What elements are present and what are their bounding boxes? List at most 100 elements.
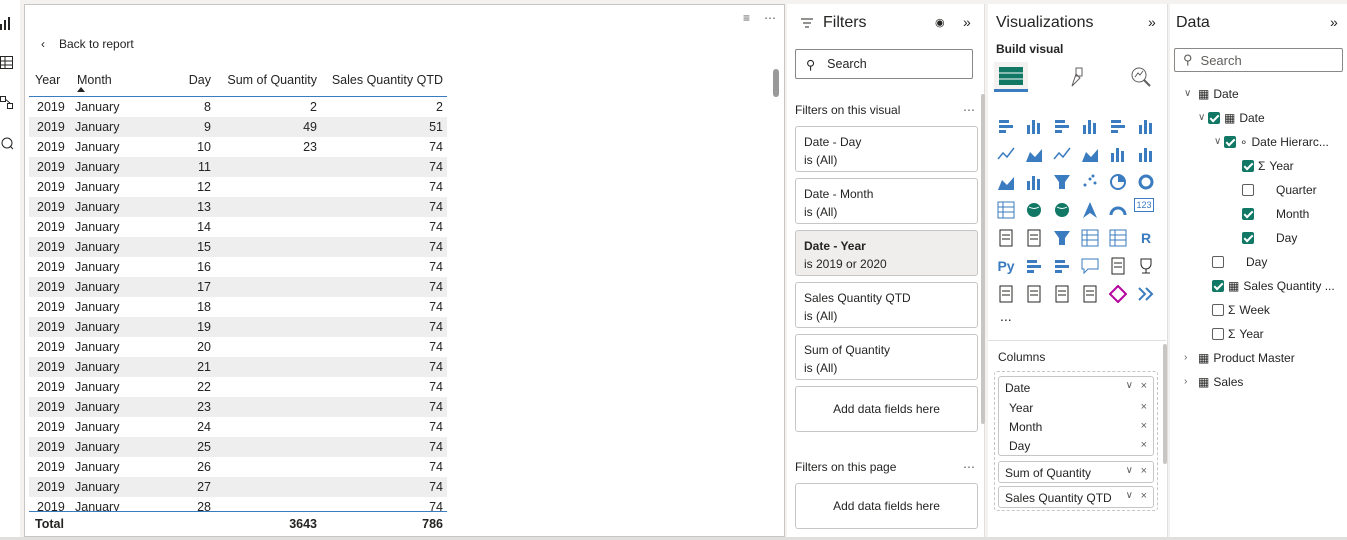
table-row[interactable]: 2019 January 20 74 (29, 337, 447, 357)
tree-table-product-master[interactable]: › ▦ Product Master (1184, 348, 1295, 368)
ribbon-chart-icon[interactable] (1078, 142, 1102, 166)
clustered-column-icon[interactable] (1078, 114, 1102, 138)
checkbox-unchecked[interactable] (1212, 256, 1224, 268)
header-sales-quantity-qtd[interactable]: Sales Quantity QTD (332, 73, 443, 87)
checkbox-unchecked[interactable] (1212, 304, 1224, 316)
power-apps-icon[interactable] (1022, 282, 1046, 306)
line-column-icon[interactable] (1106, 142, 1130, 166)
checkbox-checked[interactable] (1224, 136, 1236, 148)
stacked-area-icon[interactable] (1050, 142, 1074, 166)
line-chart-icon[interactable] (994, 142, 1018, 166)
100-column-icon[interactable] (1134, 114, 1158, 138)
table-row[interactable]: 2019 January 9 49 51 (29, 117, 447, 137)
model-view-icon[interactable] (0, 96, 14, 110)
field-chip-sum-of-quantity[interactable]: Sum of Quantity ∨ × (998, 461, 1154, 483)
visualizations-scrollbar[interactable] (1163, 344, 1167, 464)
table-row[interactable]: 2019 January 18 74 (29, 297, 447, 317)
checkbox-unchecked[interactable] (1242, 184, 1254, 196)
collapse-data-icon[interactable]: » (1330, 14, 1338, 30)
100-bar-icon[interactable] (1106, 114, 1130, 138)
qa-icon[interactable] (1078, 254, 1102, 278)
remove-field-icon[interactable]: × (1141, 380, 1147, 392)
collapse-visualizations-icon[interactable]: » (1148, 14, 1156, 30)
build-visual-tab[interactable] (994, 62, 1028, 92)
more-options-icon[interactable]: ⋯ (764, 11, 776, 25)
checkbox-checked[interactable] (1242, 208, 1254, 220)
chevrons-icon[interactable] (1134, 282, 1158, 306)
filters-search-input[interactable]: ⚲ Search (795, 49, 973, 79)
map-icon[interactable] (1022, 198, 1046, 222)
table-row[interactable]: 2019 January 16 74 (29, 257, 447, 277)
page-filters-more-icon[interactable]: ⋯ (963, 460, 975, 474)
add-visual-filter-field[interactable]: Add data fields here (795, 386, 978, 432)
tree-field-day[interactable]: Day (1242, 228, 1297, 248)
power-automate-icon[interactable] (1050, 282, 1074, 306)
eye-icon[interactable]: ◉ (935, 16, 945, 29)
table-row[interactable]: 2019 January 11 74 (29, 157, 447, 177)
checkbox-checked[interactable] (1242, 232, 1254, 244)
field-chip-sales-quantity-qtd[interactable]: Sales Quantity QTD ∨ × (998, 486, 1154, 508)
remove-subfield-icon[interactable]: × (1141, 420, 1147, 432)
more-visuals-icon[interactable]: ... (1000, 308, 1012, 324)
report-view-icon[interactable] (0, 16, 14, 30)
subfield-year[interactable]: Year (1009, 401, 1033, 415)
decomposition-tree-icon[interactable] (1050, 254, 1074, 278)
filter-card-date-year[interactable]: Date - Year is 2019 or 2020 (795, 230, 978, 276)
table-row[interactable]: 2019 January 13 74 (29, 197, 447, 217)
filter-card-date-month[interactable]: Date - Month is (All) (795, 178, 978, 224)
dax-query-icon[interactable] (0, 136, 14, 150)
data-search-input[interactable]: ⚲ Search (1174, 48, 1343, 72)
goals-icon[interactable] (1134, 254, 1158, 278)
analytics-tab[interactable] (1124, 62, 1158, 92)
tree-field-sales-quantity-qtd[interactable]: ▦ Sales Quantity ... (1212, 276, 1335, 296)
tree-field-week[interactable]: Σ Week (1212, 300, 1270, 320)
chevron-down-icon[interactable]: ∨ (1126, 380, 1133, 391)
add-page-filter-field[interactable]: Add data fields here (795, 483, 978, 529)
paginated-report-icon[interactable] (994, 282, 1018, 306)
multi-row-card-icon[interactable] (994, 226, 1018, 250)
header-day[interactable]: Day (189, 73, 211, 87)
table-row[interactable]: 2019 January 12 74 (29, 177, 447, 197)
filter-card-date-day[interactable]: Date - Day is (All) (795, 126, 978, 172)
tree-field-year-2[interactable]: Σ Year (1212, 324, 1264, 344)
kpi-icon[interactable] (1022, 226, 1046, 250)
filter-card-sales-quantity-qtd[interactable]: Sales Quantity QTD is (All) (795, 282, 978, 328)
key-influencers-icon[interactable] (1022, 254, 1046, 278)
matrix-icon[interactable] (1106, 226, 1130, 250)
back-to-report-button[interactable]: ‹ Back to report (41, 37, 134, 51)
filled-map-icon[interactable] (1050, 198, 1074, 222)
chevron-down-icon[interactable]: ∨ (1126, 490, 1133, 501)
table-visual[interactable]: Year Month Day Sum of Quantity Sales Qua… (29, 67, 447, 535)
field-chip-date[interactable]: Date ∨ × Year × Month × Day × (998, 376, 1154, 456)
remove-field-icon[interactable]: × (1141, 465, 1147, 477)
table-row[interactable]: 2019 January 28 74 (29, 497, 447, 511)
stacked-bar-icon[interactable] (994, 114, 1018, 138)
tree-field-date[interactable]: ∨ ▦ Date (1198, 108, 1265, 128)
checkbox-checked[interactable] (1242, 160, 1254, 172)
header-sum-of-quantity[interactable]: Sum of Quantity (227, 73, 317, 87)
smart-narrative-icon[interactable] (1106, 254, 1130, 278)
funnel-icon[interactable] (1050, 170, 1074, 194)
table-row[interactable]: 2019 January 22 74 (29, 377, 447, 397)
table-row[interactable]: 2019 January 23 74 (29, 397, 447, 417)
slicer-icon[interactable] (1050, 226, 1074, 250)
area-chart-icon[interactable] (1022, 142, 1046, 166)
tree-field-year[interactable]: Σ Year (1242, 156, 1294, 176)
pie-icon[interactable] (1106, 170, 1130, 194)
tree-table-sales[interactable]: › ▦ Sales (1184, 372, 1243, 392)
table-icon[interactable] (1078, 226, 1102, 250)
waterfall-icon[interactable] (1022, 170, 1046, 194)
subfield-month[interactable]: Month (1009, 420, 1042, 434)
checkbox-checked[interactable] (1212, 280, 1224, 292)
checkbox-checked[interactable] (1208, 112, 1220, 124)
filters-scrollbar[interactable] (981, 94, 985, 424)
treemap-icon[interactable] (994, 198, 1018, 222)
remove-subfield-icon[interactable]: × (1141, 401, 1147, 413)
chevron-down-icon[interactable]: ∨ (1126, 465, 1133, 476)
table-row[interactable]: 2019 January 26 74 (29, 457, 447, 477)
tree-field-quarter[interactable]: Quarter (1242, 180, 1317, 200)
header-month[interactable]: Month (77, 73, 112, 87)
table-row[interactable]: 2019 January 19 74 (29, 317, 447, 337)
gauge-icon[interactable] (1106, 198, 1130, 222)
table-row[interactable]: 2019 January 25 74 (29, 437, 447, 457)
